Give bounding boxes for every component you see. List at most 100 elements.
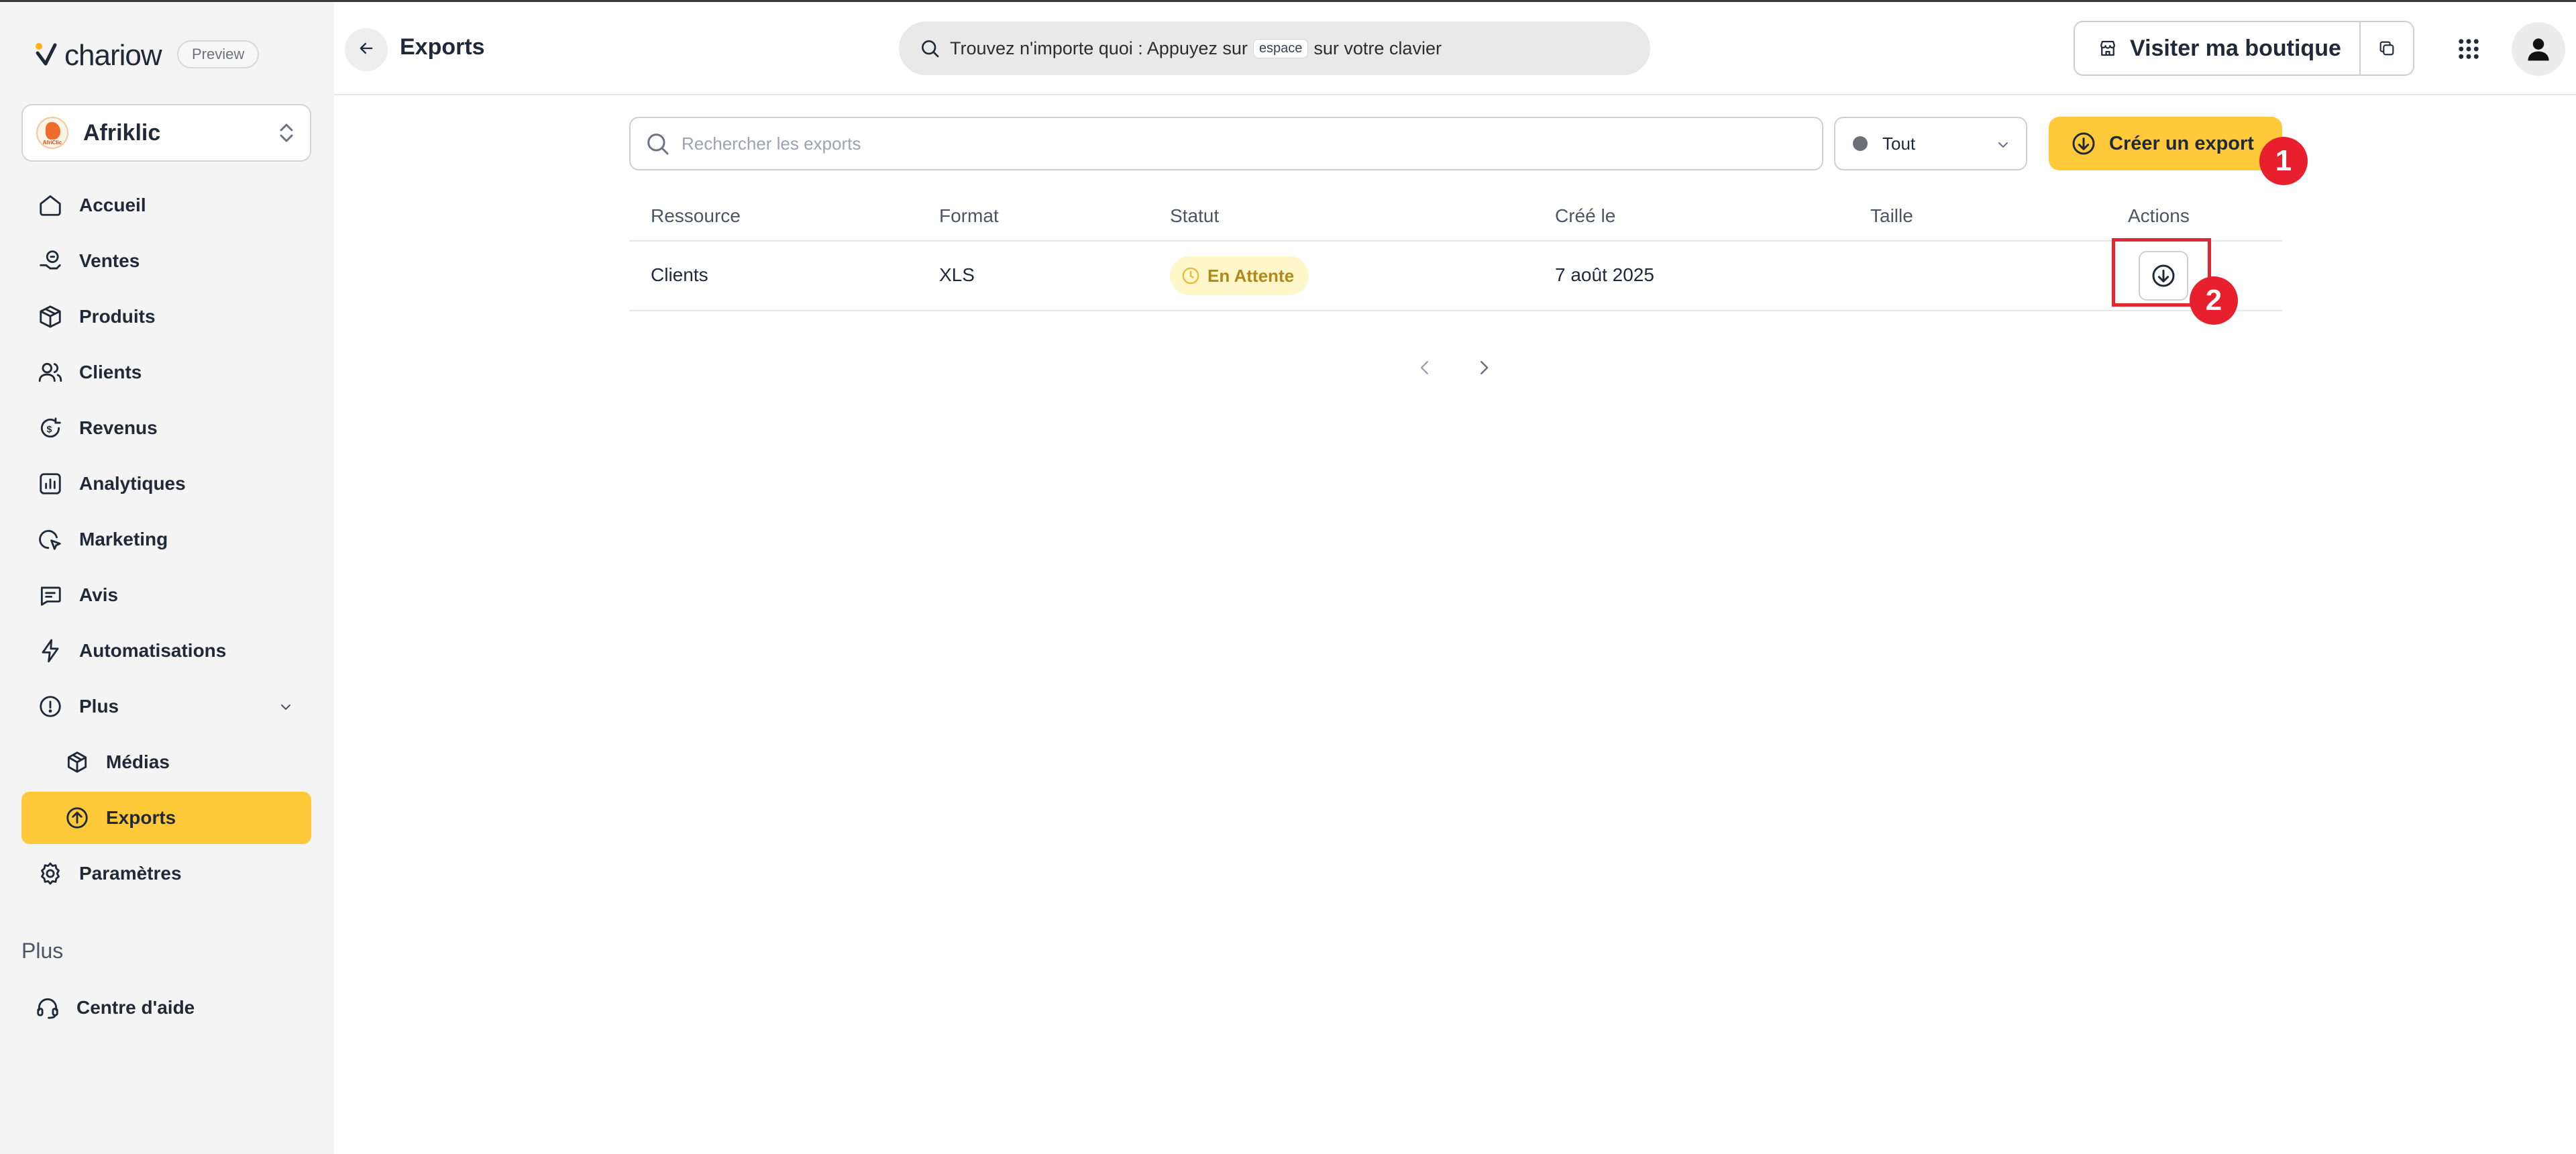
sidebar-item-label: Accueil: [79, 195, 146, 215]
sidebar-help-group: Centre d'aide: [21, 982, 311, 1037]
table-header: Ressource Format Statut Créé le Taille A…: [629, 191, 2282, 242]
sidebar-item-revenus[interactable]: $ Revenus: [21, 402, 311, 454]
exports-table: Ressource Format Statut Créé le Taille A…: [629, 191, 2282, 311]
home-icon: [36, 191, 64, 219]
column-header-statut: Statut: [1170, 205, 1220, 226]
sidebar-item-label: Analytiques: [79, 473, 186, 494]
dollar-icon: $: [36, 414, 64, 442]
column-header-format: Format: [939, 205, 999, 226]
grid-icon: [2457, 37, 2481, 61]
cell-created: 7 août 2025: [1555, 264, 1654, 285]
chariow-logo-icon: [35, 41, 60, 70]
store-name: Afriklic: [83, 119, 161, 146]
search-icon: [644, 130, 671, 157]
user-icon: [2524, 34, 2553, 64]
chart-icon: [36, 470, 64, 498]
svg-text:$: $: [46, 424, 52, 435]
chevron-down-icon: [278, 698, 294, 715]
create-export-button[interactable]: Créer un export: [2049, 117, 2282, 170]
column-header-cree-le: Créé le: [1555, 205, 1616, 226]
sidebar-item-label: Clients: [79, 362, 142, 382]
command-search-bar[interactable]: Trouvez n'importe quoi : Appuyez sur esp…: [899, 21, 1650, 75]
store-avatar-text: AfriClic: [42, 140, 62, 146]
bolt-icon: [36, 637, 64, 665]
keyboard-hint: espace: [1252, 38, 1309, 58]
status-filter-select[interactable]: Tout: [1834, 117, 2027, 170]
message-icon: [36, 581, 64, 609]
sidebar-item-produits[interactable]: Produits: [21, 291, 311, 343]
pagination-next-button[interactable]: [1466, 350, 1501, 385]
apps-grid-button[interactable]: [2447, 28, 2490, 70]
sidebar-item-ventes[interactable]: Ventes: [21, 235, 311, 287]
sidebar-item-label: Paramètres: [79, 863, 182, 884]
visit-store-label: Visiter ma boutique: [2130, 35, 2341, 61]
sidebar-item-medias[interactable]: Médias: [21, 736, 311, 788]
exports-search-input[interactable]: [682, 133, 1755, 154]
storefront-icon: [2098, 38, 2118, 58]
filter-status-dot: [1853, 136, 1868, 151]
download-circle-icon: [2070, 130, 2097, 157]
headset-icon: [34, 994, 62, 1022]
upload-circle-icon: [63, 804, 91, 832]
command-search-text-after: sur votre clavier: [1313, 38, 1442, 58]
sidebar-item-label: Ventes: [79, 250, 140, 271]
chevron-left-icon: [1415, 358, 1435, 378]
pagination-prev-button[interactable]: [1407, 350, 1442, 385]
cell-resource: Clients: [651, 264, 708, 285]
sidebar-item-automatisations[interactable]: Automatisations: [21, 625, 311, 677]
sidebar-item-marketing[interactable]: Marketing: [21, 513, 311, 566]
sidebar-item-analytiques[interactable]: Analytiques: [21, 458, 311, 510]
sidebar-item-label: Automatisations: [79, 640, 227, 661]
box-icon: [36, 303, 64, 331]
brand-logo[interactable]: chariow: [35, 37, 162, 74]
preview-badge: Preview: [177, 40, 260, 68]
user-avatar-button[interactable]: [2512, 22, 2565, 76]
status-badge: En Attente: [1170, 256, 1309, 295]
chevron-updown-icon: [276, 119, 297, 146]
sidebar-item-parametres[interactable]: Paramètres: [21, 847, 311, 900]
exports-search-box[interactable]: [629, 117, 1823, 170]
column-header-taille: Taille: [1870, 205, 1913, 226]
visit-store-group: Visiter ma boutique: [2074, 21, 2414, 76]
store-avatar: AfriClic: [36, 117, 68, 149]
cell-format: XLS: [939, 264, 975, 285]
sales-icon: [36, 247, 64, 275]
sidebar-item-clients[interactable]: Clients: [21, 346, 311, 399]
sidebar-section-label: Plus: [21, 939, 64, 963]
brand-name: chariow: [64, 39, 162, 72]
sidebar-nav: Accueil Ventes Produits Clients $ Revenu…: [21, 179, 311, 903]
sidebar-item-centre-aide[interactable]: Centre d'aide: [21, 982, 311, 1034]
chevron-down-icon: [1995, 137, 2011, 153]
annotation-marker-2: 2: [2190, 276, 2238, 325]
column-header-actions: Actions: [2128, 205, 2190, 226]
create-export-label: Créer un export: [2109, 132, 2254, 154]
command-search-text: Trouvez n'importe quoi : Appuyez sur: [950, 38, 1248, 58]
sidebar-item-label: Plus: [79, 696, 119, 717]
gear-icon: [36, 859, 64, 888]
sidebar-item-label: Exports: [106, 807, 176, 828]
copy-link-button[interactable]: [2361, 22, 2413, 74]
search-icon: [919, 38, 941, 59]
status-text: En Attente: [1208, 265, 1295, 286]
page-title: Exports: [400, 34, 485, 60]
visit-store-button[interactable]: Visiter ma boutique: [2075, 22, 2361, 74]
info-icon: [36, 692, 64, 721]
marketing-icon: [36, 525, 64, 554]
top-header: Exports Trouvez n'importe quoi : Appuyez…: [334, 2, 2576, 95]
sidebar-item-label: Médias: [106, 751, 170, 772]
clock-icon: [1181, 266, 1201, 286]
table-row: Clients XLS En Attente 7 août 2025: [629, 242, 2282, 311]
back-button[interactable]: [345, 28, 388, 71]
media-icon: [63, 748, 91, 776]
pagination: [1407, 349, 1501, 386]
column-header-ressource: Ressource: [651, 205, 741, 226]
chevron-right-icon: [1474, 358, 1494, 378]
sidebar-item-accueil[interactable]: Accueil: [21, 179, 311, 231]
sidebar-item-label: Avis: [79, 584, 119, 605]
sidebar-item-plus[interactable]: Plus: [21, 680, 311, 733]
annotation-marker-1: 1: [2259, 137, 2308, 185]
store-selector[interactable]: AfriClic Afriklic: [21, 104, 311, 162]
sidebar-item-avis[interactable]: Avis: [21, 569, 311, 621]
sidebar-item-label: Produits: [79, 306, 156, 327]
sidebar-item-exports[interactable]: Exports: [21, 792, 311, 844]
